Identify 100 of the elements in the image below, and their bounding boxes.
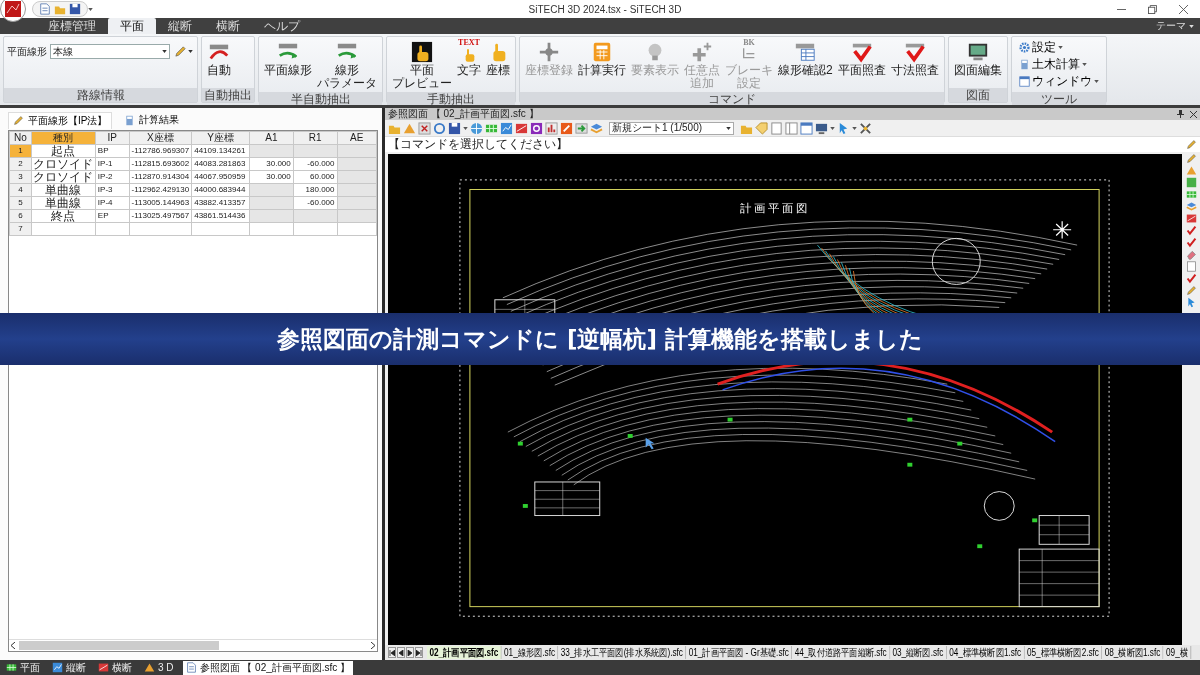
layers-icon[interactable] xyxy=(590,121,603,135)
sheet-tab[interactable]: 01_計画平面図 - Gr基礎.sfc xyxy=(686,646,793,659)
ribbon-tab[interactable]: 縦断 xyxy=(156,18,204,34)
menu-button[interactable]: 土木計算 xyxy=(1016,56,1101,73)
window-icon xyxy=(1018,76,1030,87)
edit-button[interactable] xyxy=(173,44,194,59)
table-cell: IP-2 xyxy=(95,170,129,184)
layers-icon[interactable] xyxy=(1185,201,1197,212)
column-header[interactable]: 種別 xyxy=(31,131,96,145)
sheet-tab[interactable]: 44_取付道路平面縦断.sfc xyxy=(792,646,890,659)
sheet-tab[interactable]: 09_横 xyxy=(1163,646,1192,659)
triangle-icon xyxy=(144,662,155,673)
menu-button[interactable]: ウィンドウ xyxy=(1016,73,1101,90)
theme-menu[interactable]: テーマ xyxy=(1156,19,1186,33)
link-icon[interactable] xyxy=(560,121,573,135)
refresh-icon[interactable] xyxy=(433,121,446,135)
close-icon[interactable] xyxy=(1179,4,1188,14)
square-icon[interactable] xyxy=(1185,177,1197,188)
column-header[interactable]: IP xyxy=(95,131,129,145)
ribbon-button[interactable]: 自動 xyxy=(205,38,233,78)
ribbon-button[interactable]: 平面線形 xyxy=(262,38,314,78)
pencil-icon xyxy=(174,45,187,58)
sheet-tab[interactable]: 02_計画平面図.sfc xyxy=(427,646,502,659)
ribbon-tab[interactable]: 平面 xyxy=(108,18,156,34)
caret-icon xyxy=(188,50,193,53)
scrollbar-thumb[interactable] xyxy=(19,641,219,650)
next-button[interactable] xyxy=(406,647,414,658)
sheet-dropdown[interactable]: 新規シート1 (1/500) xyxy=(609,121,734,135)
column-header[interactable]: Y座標 xyxy=(191,131,250,145)
flag-icon[interactable] xyxy=(1185,213,1197,224)
flag-icon[interactable] xyxy=(515,121,528,135)
check-mark-icon[interactable] xyxy=(1185,225,1197,236)
window-icon[interactable] xyxy=(800,121,813,135)
chart-icon[interactable] xyxy=(500,121,513,135)
close-icon[interactable] xyxy=(1190,110,1197,118)
panel-tab[interactable]: 平面線形【IP法】 xyxy=(8,111,113,129)
sheet-tab[interactable]: 03_縦断図.sfc xyxy=(889,646,947,659)
bar-chart-icon[interactable] xyxy=(545,121,558,135)
page-icon[interactable] xyxy=(1185,261,1197,272)
taskbar-item[interactable]: 平面 xyxy=(3,660,43,675)
column-header[interactable]: AE xyxy=(337,131,377,145)
previous-button[interactable] xyxy=(397,647,405,658)
pin-icon[interactable] xyxy=(1177,110,1184,118)
plug-icon[interactable] xyxy=(859,121,872,135)
help-icon[interactable] xyxy=(530,121,543,135)
dropdown-field[interactable]: 本線 xyxy=(50,44,170,59)
ribbon-button[interactable]: 計算実行 xyxy=(576,38,628,78)
column-header[interactable]: A1 xyxy=(249,131,294,145)
sheet-tab[interactable]: 05_標準横断図2.sfc xyxy=(1024,646,1103,659)
ribbon-button[interactable]: 座標 xyxy=(484,38,512,78)
page-icon[interactable] xyxy=(770,121,783,135)
pencil-icon[interactable] xyxy=(1186,139,1197,150)
save-icon[interactable] xyxy=(69,3,81,15)
triangle-icon[interactable] xyxy=(1185,165,1197,176)
ribbon-button[interactable]: 線形 パラメータ xyxy=(315,38,379,91)
globe-icon[interactable] xyxy=(470,121,483,135)
save-icon[interactable] xyxy=(448,121,461,135)
monitor-icon[interactable] xyxy=(815,121,828,135)
ribbon-button[interactable]: TEXT 文字 xyxy=(455,38,483,78)
tag-icon[interactable] xyxy=(755,121,768,135)
check-mark-icon[interactable] xyxy=(1185,273,1197,284)
taskbar-item[interactable]: 3 D xyxy=(141,660,177,675)
table-cell: -112786.969307 xyxy=(129,144,192,158)
taskbar-item[interactable]: 参照図面 【 02_計画平面図.sfc 】 xyxy=(182,660,354,675)
panel-icon[interactable] xyxy=(785,121,798,135)
grid-icon[interactable] xyxy=(1185,189,1197,200)
icon-label: TEXT xyxy=(458,39,480,47)
sheet-tab[interactable]: 08_横断図1.sfc xyxy=(1102,646,1164,659)
ribbon-button[interactable]: 図面編集 xyxy=(951,38,1004,78)
close-icon[interactable] xyxy=(418,121,431,135)
pencil-icon[interactable] xyxy=(1185,285,1197,296)
sheet-tab[interactable]: 04_標準横断図1.sfc xyxy=(946,646,1025,659)
ribbon-button[interactable]: 寸法照査 xyxy=(888,38,941,78)
ribbon-tab[interactable]: 座標管理 xyxy=(36,18,108,34)
document-icon[interactable] xyxy=(39,3,51,15)
first-button[interactable] xyxy=(388,647,396,658)
ribbon-button[interactable]: 線形確認2 xyxy=(776,38,835,78)
horizontal-scrollbar[interactable] xyxy=(9,639,377,651)
ribbon-tab[interactable]: 横断 xyxy=(204,18,252,34)
arrow-icon[interactable] xyxy=(575,121,588,135)
taskbar-item[interactable]: 縦断 xyxy=(49,660,89,675)
caret-icon xyxy=(162,50,167,53)
sheet-tab[interactable]: 33_排水工平面図(排水系統図).sfc xyxy=(558,646,687,659)
taskbar-item[interactable]: 横断 xyxy=(95,660,135,675)
table-icon xyxy=(794,41,817,63)
check-mark-icon[interactable] xyxy=(1185,237,1197,248)
ribbon-button[interactable]: 平面照査 xyxy=(835,38,888,78)
panel-tab[interactable]: 計算結果 xyxy=(120,112,184,128)
menu-button[interactable]: 設定 xyxy=(1016,39,1101,56)
group-label: 図面 xyxy=(948,88,1007,102)
ribbon-tab[interactable]: ヘルプ xyxy=(252,18,312,34)
last-button[interactable] xyxy=(415,647,423,658)
restore-icon[interactable] xyxy=(1148,4,1157,14)
ribbon-button[interactable]: 平面 プレビュー xyxy=(390,38,454,91)
sheet-tab[interactable]: 01_線形図.sfc xyxy=(501,646,559,659)
cursor-icon[interactable] xyxy=(1185,297,1197,308)
column-header[interactable]: R1 xyxy=(293,131,337,145)
cursor-icon[interactable] xyxy=(837,121,850,135)
eraser-icon[interactable] xyxy=(1185,249,1197,260)
column-header[interactable]: X座標 xyxy=(129,131,192,145)
